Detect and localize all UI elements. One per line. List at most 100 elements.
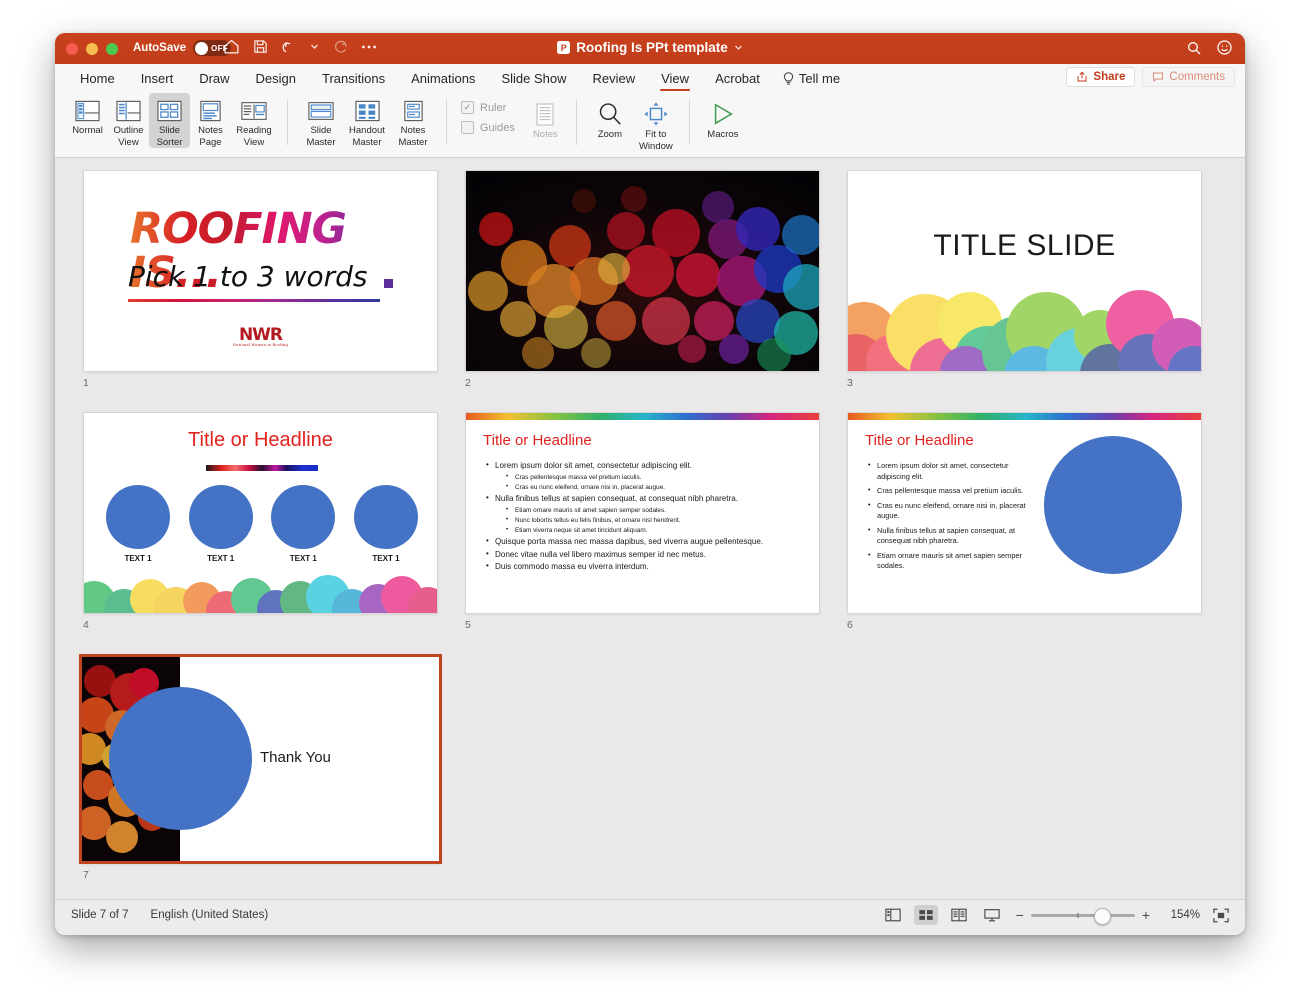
logo-sub: National Women in Roofing [232, 343, 289, 347]
tab-design[interactable]: Design [243, 64, 309, 93]
outline-view-button[interactable]: Outline View [108, 93, 149, 148]
slide-6-bullet-list: Lorem ipsum dolor sit amet, consectetur … [868, 460, 1026, 576]
fit-to-window-button[interactable]: Fit to Window [633, 93, 679, 152]
slide-thumbnail-3[interactable]: TITLE SLIDE 3 [847, 170, 1202, 389]
slide-sorter-view-button[interactable] [913, 905, 938, 925]
normal-view-button[interactable]: Normal [67, 93, 108, 137]
zoom-group: Zoom Fit to Window [587, 93, 679, 157]
reading-view-button[interactable] [947, 905, 971, 925]
title-chevron-down-icon[interactable] [734, 43, 743, 52]
slide-6-surface[interactable]: Title or Headline Lorem ipsum dolor sit … [847, 412, 1202, 614]
tab-slide-show[interactable]: Slide Show [488, 64, 579, 93]
slide-master-button[interactable]: Slide Master [298, 93, 344, 148]
tell-me-button[interactable]: Tell me [773, 71, 840, 86]
slide-1-surface[interactable]: ROOFING IS... Pick 1 to 3 words NWR Nati… [83, 170, 438, 372]
search-icon[interactable] [1186, 40, 1202, 61]
slideshow-view-button[interactable] [980, 905, 1004, 925]
slide-thumbnail-5[interactable]: Title or Headline Lorem ipsum dolor sit … [465, 412, 820, 631]
guides-label: Guides [480, 121, 515, 134]
tab-animations[interactable]: Animations [398, 64, 488, 93]
tab-draw[interactable]: Draw [186, 64, 242, 93]
ruler-checkbox[interactable]: ✓ [461, 101, 474, 114]
zoom-slider-tick [1076, 912, 1079, 918]
reading-view-button[interactable]: Reading View [231, 93, 277, 148]
zoom-in-button[interactable]: + [1142, 908, 1150, 922]
slide-thumbnail-2[interactable]: 2 [465, 170, 820, 389]
slide-4-circle-row: TEXT 1 TEXT 1 TEXT 1 TEXT 1 [106, 485, 418, 563]
status-right: − + 154% [881, 905, 1233, 925]
zoom-level-label[interactable]: 154% [1162, 909, 1200, 921]
macros-button[interactable]: Macros [700, 93, 746, 141]
slide-2-surface[interactable] [465, 170, 820, 372]
slide-6-title: Title or Headline [865, 432, 974, 449]
fit-slide-to-window-button[interactable] [1209, 905, 1233, 925]
slide-thumbnail-1[interactable]: ROOFING IS... Pick 1 to 3 words NWR Nati… [83, 170, 438, 389]
comments-button[interactable]: Comments [1142, 67, 1235, 87]
bullet-l1: Lorem ipsum dolor sit amet, consectetur … [486, 459, 807, 473]
tab-transitions[interactable]: Transitions [309, 64, 398, 93]
circle-label-3: TEXT 1 [289, 554, 317, 563]
normal-view-icon [75, 97, 100, 125]
ribbon-divider-2 [446, 99, 447, 145]
slide-thumbnail-4[interactable]: Title or Headline TEXT 1 TEXT 1 TEXT 1 T… [83, 412, 438, 631]
slide-3-title: TITLE SLIDE [933, 229, 1116, 262]
presentation-views-group: Normal Outline View Slide Sorter Notes P… [67, 93, 277, 157]
smiley-icon[interactable] [1216, 39, 1233, 61]
slide-3-surface[interactable]: TITLE SLIDE [847, 170, 1202, 372]
language-indicator[interactable]: English (United States) [151, 909, 269, 921]
zoom-slider-track[interactable] [1030, 907, 1135, 925]
macros-group: Macros [700, 93, 746, 157]
slide-sorter-button[interactable]: Slide Sorter [149, 93, 190, 148]
fit-label-1: Fit to [645, 129, 667, 140]
reading-view-label-2: View [243, 136, 265, 148]
notes-master-label-1: Notes [400, 125, 426, 136]
outline-view-label-1: Outline [113, 125, 144, 136]
slide-5-surface[interactable]: Title or Headline Lorem ipsum dolor sit … [465, 412, 820, 614]
ribbon-divider-1 [287, 99, 288, 145]
circle-label-4: TEXT 1 [372, 554, 400, 563]
comment-icon [1153, 72, 1164, 83]
zoom-out-button[interactable]: − [1016, 908, 1024, 922]
circle-label-1: TEXT 1 [124, 554, 152, 563]
slide-7-circle [109, 687, 252, 830]
slide-7-surface[interactable]: Thank You [79, 654, 442, 864]
ruler-checkbox-row[interactable]: ✓ Ruler [461, 101, 515, 114]
macros-label: Macros [707, 129, 739, 140]
tab-home[interactable]: Home [67, 64, 128, 93]
notes-master-button[interactable]: Notes Master [390, 93, 436, 148]
notes-page-button[interactable]: Notes Page [190, 93, 231, 148]
normal-view-button[interactable] [881, 905, 905, 925]
slide-5-title: Title or Headline [483, 432, 592, 449]
handout-master-button[interactable]: Handout Master [344, 93, 390, 148]
bullet-l2: Nunc lobortis tellus eu felis finibus, e… [506, 515, 807, 526]
circle-2 [188, 485, 253, 549]
share-button[interactable]: Share [1066, 67, 1136, 87]
slide-master-icon [308, 97, 334, 125]
zoom-label: Zoom [597, 129, 622, 140]
tab-acrobat[interactable]: Acrobat [702, 64, 773, 93]
powerpoint-window: AutoSave OFF P Roofing Is PPt template H… [55, 33, 1245, 935]
bullet-l2: Cras eu nunc eleifend, ornare nisi in, p… [506, 482, 807, 493]
slide-7-number: 7 [83, 869, 89, 881]
bullet-l1: Nulla finibus tellus at sapien consequat… [486, 492, 807, 506]
document-title-group[interactable]: P Roofing Is PPt template [55, 40, 1245, 55]
zoom-button[interactable]: Zoom [587, 93, 633, 141]
tab-insert[interactable]: Insert [128, 64, 187, 93]
slide-sorter-canvas[interactable]: ROOFING IS... Pick 1 to 3 words NWR Nati… [55, 158, 1245, 899]
tab-view[interactable]: View [648, 64, 702, 93]
circle-label-2: TEXT 1 [207, 554, 235, 563]
slide-sorter-label-1: Slide [158, 125, 181, 136]
slide-4-surface[interactable]: Title or Headline TEXT 1 TEXT 1 TEXT 1 T… [83, 412, 438, 614]
zoom-slider-handle[interactable] [1093, 907, 1111, 925]
slide-thumbnail-6[interactable]: Title or Headline Lorem ipsum dolor sit … [847, 412, 1202, 631]
guides-checkbox[interactable] [461, 121, 474, 134]
guides-checkbox-row[interactable]: Guides [461, 121, 515, 134]
zoom-slider-group[interactable]: − + [1016, 907, 1150, 925]
outline-view-label-2: View [118, 136, 139, 148]
slide-thumbnail-7[interactable]: Thank You 7 [79, 654, 442, 881]
circle-group-3: TEXT 1 [271, 485, 336, 563]
outline-view-icon [116, 97, 141, 125]
slide-master-label-2: Master [306, 136, 336, 148]
tab-review[interactable]: Review [579, 64, 648, 93]
notes-button[interactable]: Notes [525, 93, 566, 141]
